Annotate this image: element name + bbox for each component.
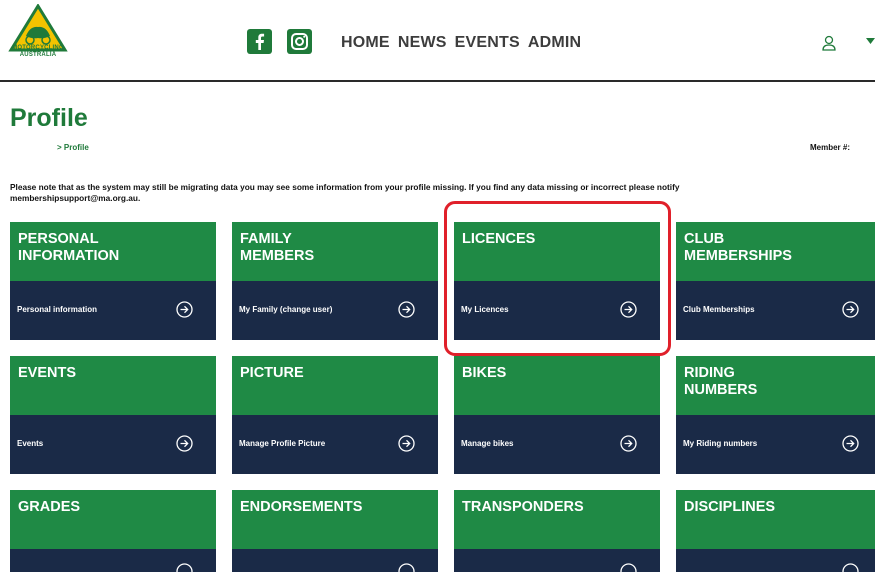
card-title: RIDING NUMBERS xyxy=(684,365,758,398)
card-title: DISCIPLINES xyxy=(684,499,776,515)
card-link-row[interactable]: Club Memberships xyxy=(676,281,875,340)
card-club-memberships: CLUB MEMBERSHIPS Club Memberships xyxy=(676,222,875,340)
card-title: BIKES xyxy=(462,365,507,381)
card-bikes: BIKES Manage bikes xyxy=(454,356,660,474)
card-title: TRANSPONDERS xyxy=(462,499,584,515)
arrow-right-circle-icon[interactable] xyxy=(398,301,415,318)
card-events: EVENTS Events xyxy=(10,356,216,474)
arrow-right-circle-icon[interactable] xyxy=(842,435,859,452)
user-icon[interactable] xyxy=(822,35,836,51)
card-link-label[interactable]: Club Memberships xyxy=(683,305,755,314)
card-grades: GRADES xyxy=(10,490,216,572)
nav-admin[interactable]: ADMIN xyxy=(528,34,581,52)
card-riding-numbers: RIDING NUMBERS My Riding numbers xyxy=(676,356,875,474)
card-endorsements: ENDORSEMENTS xyxy=(232,490,438,572)
arrow-right-circle-icon[interactable] xyxy=(176,435,193,452)
card-picture: PICTURE Manage Profile Picture xyxy=(232,356,438,474)
instagram-icon[interactable] xyxy=(287,29,312,54)
card-title: CLUB MEMBERSHIPS xyxy=(684,231,792,264)
card-title: FAMILY MEMBERS xyxy=(240,231,315,264)
member-number-label: Member #: xyxy=(809,143,850,152)
arrow-right-circle-icon[interactable] xyxy=(398,563,415,572)
card-link-row[interactable]: Manage bikes xyxy=(454,415,660,474)
migration-notice: Please note that as the system may still… xyxy=(10,182,680,203)
card-link-row[interactable]: Manage Profile Picture xyxy=(232,415,438,474)
card-link-label[interactable]: My Family (change user) xyxy=(239,305,332,314)
main-nav: HOME NEWS EVENTS ADMIN xyxy=(341,34,581,52)
nav-news[interactable]: NEWS xyxy=(398,34,447,52)
card-link-row[interactable]: My Riding numbers xyxy=(676,415,875,474)
card-personal-information: PERSONAL INFORMATION Personal informatio… xyxy=(10,222,216,340)
card-link-label[interactable]: My Riding numbers xyxy=(683,439,757,448)
logo-text: MOTORCYCLING AUSTRALIA xyxy=(12,45,64,58)
arrow-right-circle-icon[interactable] xyxy=(176,563,193,572)
arrow-right-circle-icon[interactable] xyxy=(620,563,637,572)
card-link-label[interactable]: Personal information xyxy=(17,305,97,314)
card-family-members: FAMILY MEMBERS My Family (change user) xyxy=(232,222,438,340)
card-disciplines: DISCIPLINES xyxy=(676,490,875,572)
card-link-row[interactable]: Events xyxy=(10,415,216,474)
card-link-row[interactable] xyxy=(676,549,875,572)
card-link-row[interactable] xyxy=(454,549,660,572)
arrow-right-circle-icon[interactable] xyxy=(620,435,637,452)
card-link-row[interactable]: Personal information xyxy=(10,281,216,340)
card-title: EVENTS xyxy=(18,365,77,381)
breadcrumb[interactable]: > Profile xyxy=(57,143,89,152)
nav-home[interactable]: HOME xyxy=(341,34,390,52)
arrow-right-circle-icon[interactable] xyxy=(398,435,415,452)
card-title: ENDORSEMENTS xyxy=(240,499,363,515)
site-header: MOTORCYCLING AUSTRALIA HOME NEWS EVENTS … xyxy=(0,0,875,82)
card-link-row[interactable] xyxy=(10,549,216,572)
arrow-right-circle-icon[interactable] xyxy=(842,301,859,318)
facebook-icon[interactable] xyxy=(247,29,272,54)
card-link-row[interactable] xyxy=(232,549,438,572)
arrow-right-circle-icon[interactable] xyxy=(176,301,193,318)
card-title: PERSONAL INFORMATION xyxy=(18,231,120,264)
card-link-label[interactable]: Events xyxy=(17,439,43,448)
card-transponders: TRANSPONDERS xyxy=(454,490,660,572)
card-link-label[interactable]: Manage bikes xyxy=(461,439,513,448)
card-link-row[interactable]: My Family (change user) xyxy=(232,281,438,340)
nav-events[interactable]: EVENTS xyxy=(455,34,520,52)
chevron-down-icon[interactable] xyxy=(866,38,875,45)
card-link-label[interactable]: Manage Profile Picture xyxy=(239,439,325,448)
card-title: PICTURE xyxy=(240,365,304,381)
highlight-outline xyxy=(444,201,671,356)
arrow-right-circle-icon[interactable] xyxy=(842,563,859,572)
card-title: GRADES xyxy=(18,499,81,515)
page-title: Profile xyxy=(10,104,88,132)
